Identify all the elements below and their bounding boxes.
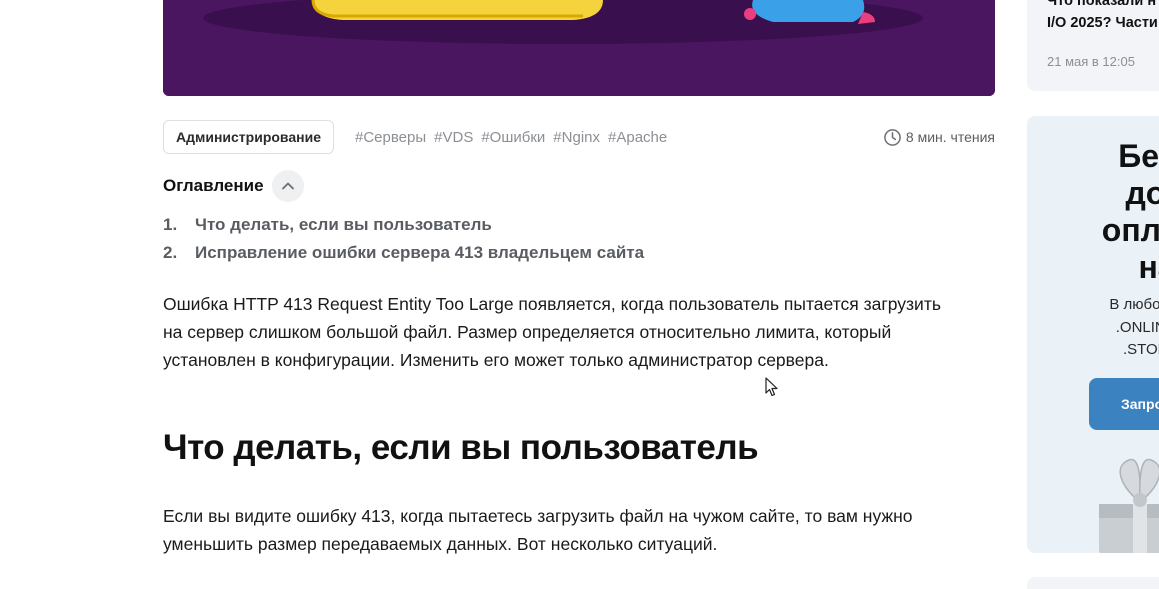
read-time-label: 8 мин. чтения — [905, 129, 995, 145]
article-meta: Администрирование #Серверы #VDS #Ошибки … — [163, 120, 995, 154]
promo-text-line: .ONLINE, .S — [1115, 318, 1159, 336]
news-title-line: I/O 2025? Части — [1047, 15, 1158, 31]
promo-card: Бесп дом оплате на В любой зоне .ONLINE,… — [1027, 116, 1159, 553]
read-time: 8 мин. чтения — [883, 120, 995, 154]
toc-header: Оглавление — [163, 170, 304, 202]
promo-text-line: В любой зоне — [1109, 296, 1159, 313]
toc-item: 1. Что делать, если вы пользователь — [163, 211, 644, 239]
toc-item: 2. Исправление ошибки сервера 413 владел… — [163, 239, 644, 267]
toc-link[interactable]: Что делать, если вы пользователь — [195, 215, 492, 235]
tag-link[interactable]: #Ошибки — [481, 129, 545, 146]
promo-title-line: оплате — [1101, 212, 1159, 248]
news-title-line: Что показали н — [1047, 0, 1157, 9]
intro-paragraph: Ошибка HTTP 413 Request Entity Too Large… — [163, 290, 995, 374]
gift-icon — [1099, 458, 1159, 553]
paragraph-line: на сервер слишком большой файл. Размер о… — [163, 322, 892, 342]
promo-title-line: Бесп — [1118, 138, 1159, 174]
promo-title: Бесп дом оплате на — [1027, 138, 1159, 286]
hero-image — [163, 0, 995, 96]
news-date: 21 мая в 12:05 — [1047, 54, 1135, 69]
toc-collapse-button[interactable] — [271, 170, 304, 202]
section-paragraph: Если вы видите ошибку 413, когда пытаете… — [163, 502, 995, 558]
toc-title: Оглавление — [163, 176, 264, 195]
news-card[interactable]: Что показали н I/O 2025? Части 21 мая в … — [1027, 0, 1159, 91]
category-chip[interactable]: Администрирование — [163, 120, 334, 154]
sidebar-card — [1027, 577, 1159, 589]
promo-request-button[interactable]: Запро — [1089, 378, 1159, 430]
promo-text-line: .STORE, . — [1122, 341, 1159, 358]
tag-link[interactable]: #Nginx — [553, 129, 600, 146]
tag-link[interactable]: #Apache — [608, 129, 667, 146]
tag-list: #Серверы #VDS #Ошибки #Nginx #Apache — [355, 120, 667, 154]
toc-link[interactable]: Исправление ошибки сервера 413 владельце… — [195, 243, 644, 263]
paragraph-line: уменьшить размер передаваемых данных. Во… — [163, 534, 718, 554]
tag-link[interactable]: #VDS — [434, 129, 473, 146]
tag-link[interactable]: #Серверы — [355, 129, 426, 146]
mouse-cursor-icon — [765, 377, 778, 397]
paragraph-line: Если вы видите ошибку 413, когда пытаете… — [163, 506, 913, 526]
chevron-up-icon — [281, 182, 294, 190]
clock-icon — [884, 128, 901, 146]
paragraph-line: установлен в конфигурации. Изменить его … — [163, 350, 829, 370]
toc-item-number: 1. — [163, 215, 178, 234]
promo-text: В любой зоне .ONLINE, .S .STORE, . — [1027, 294, 1159, 362]
promo-title-line: на — [1138, 249, 1159, 285]
paragraph-line: Ошибка HTTP 413 Request Entity Too Large… — [163, 294, 941, 314]
toc-list: 1. Что делать, если вы пользователь 2. И… — [163, 211, 644, 267]
promo-title-line: дом — [1125, 175, 1159, 211]
toc-item-number: 2. — [163, 243, 178, 262]
section-heading: Что делать, если вы пользователь — [163, 428, 759, 467]
news-title: Что показали н I/O 2025? Части — [1047, 0, 1159, 34]
